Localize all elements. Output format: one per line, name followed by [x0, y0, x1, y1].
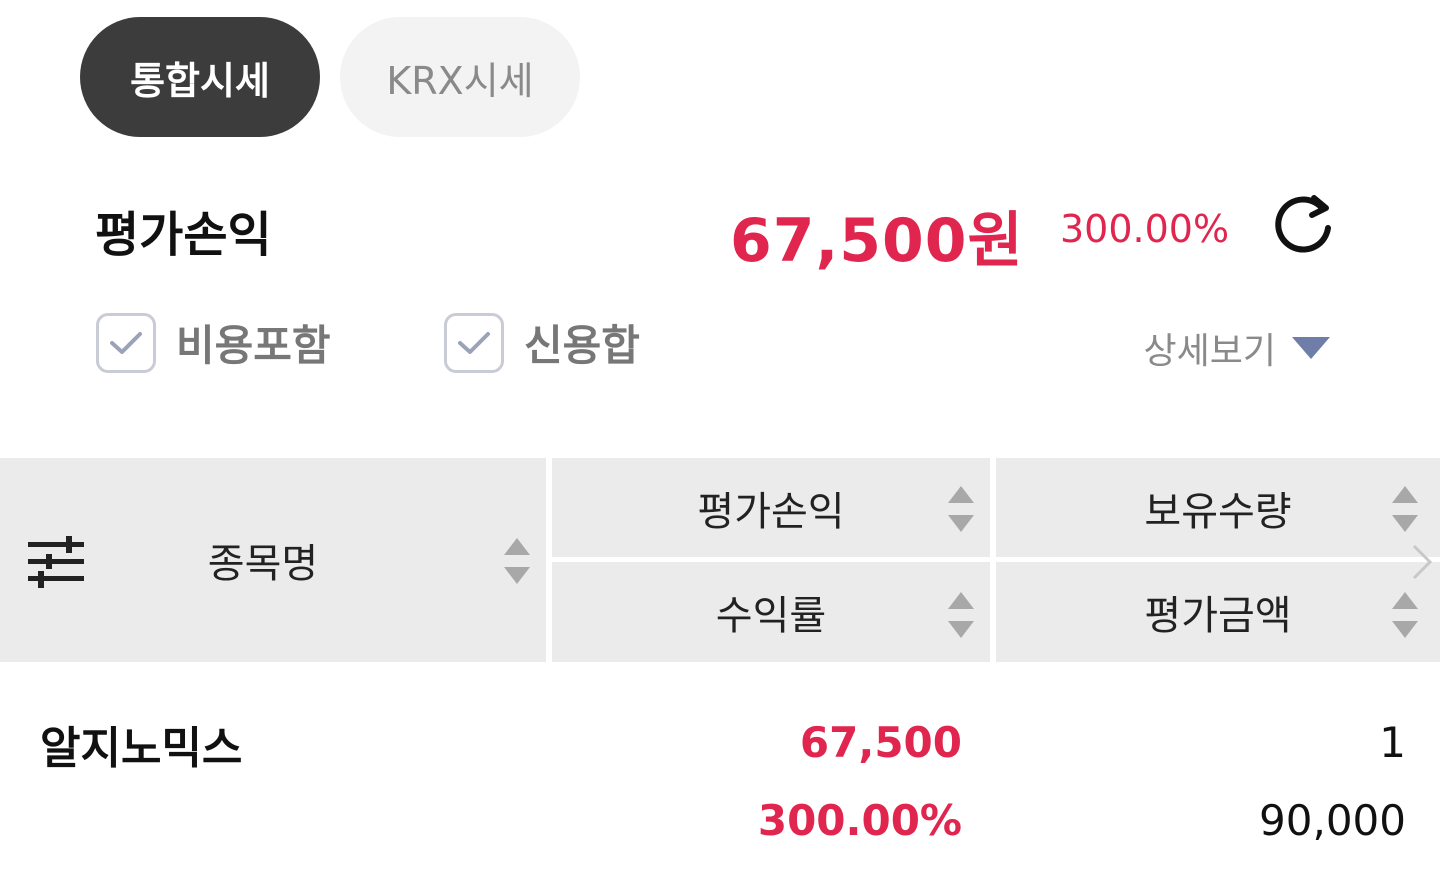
row-rate: 300.00%: [757, 796, 962, 845]
include-fee-checkbox[interactable]: [96, 312, 156, 373]
header-rate-label: 수익률: [715, 593, 827, 639]
chevron-right-icon[interactable]: [1410, 544, 1434, 580]
summary-profit-value: 67,500원: [730, 206, 1024, 276]
row-eval-amount: 90,000: [1259, 796, 1406, 845]
credit-sum-option[interactable]: 신용합: [444, 312, 640, 373]
header-name-cell[interactable]: 종목명: [0, 458, 546, 662]
tab-krx-quote[interactable]: KRX시세: [340, 17, 580, 137]
summary-label: 평가손익: [95, 207, 272, 263]
table-header: 종목명 평가손익 수익률 보유수량 평가금액: [0, 458, 1440, 662]
detail-view-toggle[interactable]: 상세보기: [1144, 322, 1330, 374]
row-quantity: 1: [1379, 718, 1406, 767]
header-profit-cell[interactable]: 평가손익: [552, 458, 990, 557]
check-icon: [458, 331, 490, 354]
sort-icon[interactable]: [948, 592, 974, 638]
tab-integrated-quote[interactable]: 통합시세: [80, 17, 320, 137]
header-eval-amount-label: 평가금액: [1144, 593, 1292, 639]
detail-view-label: 상세보기: [1143, 331, 1276, 372]
stock-name: 알지노믹스: [40, 723, 243, 774]
sort-icon[interactable]: [1392, 592, 1418, 638]
row-profit: 67,500: [799, 718, 962, 767]
sort-icon[interactable]: [948, 486, 974, 532]
sort-icon[interactable]: [504, 538, 530, 584]
header-quantity-label: 보유수량: [1144, 488, 1292, 535]
sort-icon[interactable]: [1392, 486, 1418, 532]
header-name-label: 종목명: [207, 541, 319, 587]
credit-sum-checkbox[interactable]: [444, 312, 504, 373]
header-rate-cell[interactable]: 수익률: [552, 562, 990, 662]
summary-profit-rate: 300.00%: [1060, 207, 1230, 251]
credit-sum-label: 신용합: [524, 321, 640, 370]
caret-down-icon: [1292, 337, 1330, 359]
header-profit-label: 평가손익: [697, 488, 845, 535]
include-fee-option[interactable]: 비용포함: [96, 312, 331, 373]
refresh-icon[interactable]: [1270, 190, 1340, 260]
check-icon: [110, 331, 142, 354]
column-settings-icon[interactable]: [26, 536, 88, 588]
header-eval-amount-cell[interactable]: 평가금액: [996, 562, 1440, 662]
header-quantity-cell[interactable]: 보유수량: [996, 458, 1440, 557]
include-fee-label: 비용포함: [176, 321, 331, 370]
